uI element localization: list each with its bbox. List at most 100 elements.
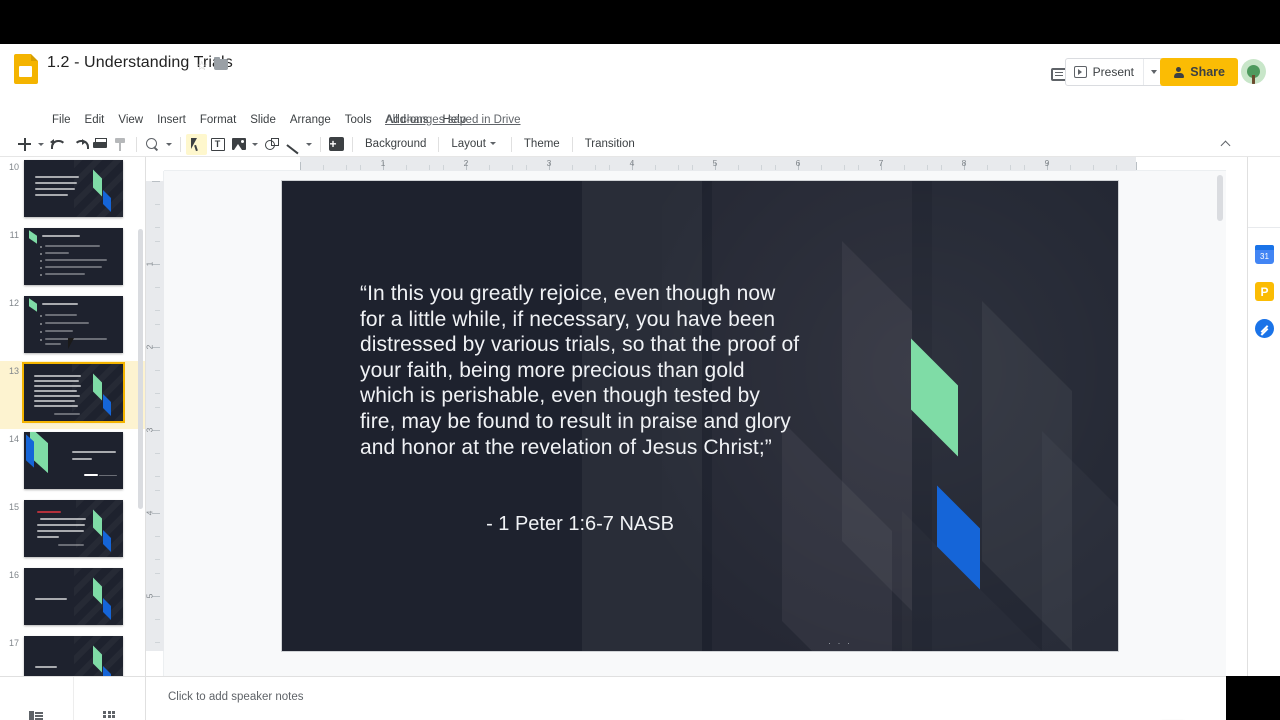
avatar[interactable]: [1241, 59, 1266, 84]
thumbnail-canvas: [24, 228, 123, 285]
vertical-ruler[interactable]: 1 2 3 4 5: [144, 171, 164, 676]
thumbnail[interactable]: [24, 160, 123, 217]
slide-editor[interactable]: “In this you greatly rejoice, even thoug…: [282, 181, 1118, 651]
current-slide[interactable]: “In this you greatly rejoice, even thoug…: [282, 181, 1118, 651]
share-label: Share: [1190, 65, 1225, 79]
shape-icon: [264, 137, 279, 151]
theme-button[interactable]: Theme: [517, 136, 567, 152]
slide-number: 11: [9, 230, 19, 240]
present-button[interactable]: Present: [1066, 59, 1143, 85]
slide-number: 10: [8, 162, 19, 172]
menu-format[interactable]: Format: [193, 112, 243, 128]
filmstrip-slide-17[interactable]: 17: [0, 633, 145, 676]
menu-tools[interactable]: Tools: [338, 112, 379, 128]
slide-number: 16: [8, 570, 19, 580]
insert-image-button[interactable]: [228, 134, 249, 155]
paint-format-button[interactable]: [110, 134, 131, 155]
canvas-scrollbar[interactable]: [1217, 175, 1223, 221]
thumbnail-canvas: [24, 160, 123, 217]
filmstrip-view-button[interactable]: [0, 677, 73, 720]
thumbnail[interactable]: [24, 228, 123, 285]
layout-button[interactable]: Layout: [444, 136, 506, 152]
slide-quote-text[interactable]: “In this you greatly rejoice, even thoug…: [360, 281, 800, 460]
zoom-button[interactable]: [142, 134, 163, 155]
green-accent: [93, 373, 102, 401]
filmstrip-scrollbar[interactable]: [138, 229, 143, 509]
green-accent: [93, 577, 102, 605]
filmstrip-slide-15[interactable]: 15: [0, 497, 145, 565]
ruler-label: 1: [144, 261, 155, 267]
tree-avatar-icon: [1246, 65, 1261, 84]
filmstrip-slide-10[interactable]: 10: [0, 157, 145, 225]
speaker-notes-pane[interactable]: Click to add speaker notes: [146, 676, 1226, 720]
thumbnail[interactable]: [24, 432, 123, 489]
image-caret-icon[interactable]: [252, 142, 258, 146]
menu-arrange[interactable]: Arrange: [283, 112, 338, 128]
ruler-label: 7: [878, 158, 884, 168]
toolbar-divider: [320, 136, 321, 152]
filmstrip-slide-16[interactable]: 16: [0, 565, 145, 633]
background-button[interactable]: Background: [358, 136, 433, 152]
green-accent: [93, 509, 102, 537]
thumbnail[interactable]: [24, 636, 123, 676]
filmstrip-slide-12[interactable]: 12: [0, 293, 145, 361]
transition-button[interactable]: Transition: [578, 136, 642, 152]
google-keep-icon[interactable]: P: [1255, 282, 1274, 301]
line-caret-icon[interactable]: [306, 142, 312, 146]
present-play-icon: [1073, 66, 1087, 78]
blue-accent: [103, 530, 111, 552]
filmstrip-slide-14[interactable]: 14: [0, 429, 145, 497]
new-slide-button[interactable]: [14, 134, 35, 155]
text-box-icon: T: [210, 137, 225, 151]
menu-insert[interactable]: Insert: [150, 112, 193, 128]
menu-edit[interactable]: Edit: [78, 112, 112, 128]
speaker-notes-placeholder[interactable]: Click to add speaker notes: [168, 691, 304, 703]
toolbar-divider: [571, 136, 573, 152]
green-accent: [93, 645, 102, 673]
paint-format-icon: [114, 137, 127, 151]
redo-button[interactable]: [68, 134, 89, 155]
undo-button[interactable]: [47, 134, 68, 155]
line-button[interactable]: [282, 134, 303, 155]
thumbnail[interactable]: [22, 362, 125, 423]
thumbnail[interactable]: [24, 568, 123, 625]
star-icon[interactable]: ☆: [196, 58, 208, 74]
slides-window: 1.2 - Understanding Trials ☆ File Edit V…: [0, 44, 1280, 720]
ruler-label: 6: [795, 158, 801, 168]
body-area: 10 11 12 13 14 15 16 17 1 2 3 4 5 6 7 8 …: [0, 157, 1280, 720]
print-button[interactable]: [89, 134, 110, 155]
thumbnail[interactable]: [24, 296, 123, 353]
toolbar-divider: [510, 136, 512, 152]
google-tasks-icon[interactable]: [1255, 319, 1274, 338]
slide-citation-text[interactable]: - 1 Peter 1:6-7 NASB: [360, 511, 800, 537]
text-box-button[interactable]: T: [207, 134, 228, 155]
slide-resize-handle[interactable]: · · ·: [828, 638, 852, 648]
select-tool-button[interactable]: [186, 133, 207, 155]
grid-view-button[interactable]: [72, 676, 146, 720]
slide-filmstrip[interactable]: 10 11 12 13 14 15 16 17: [0, 157, 146, 676]
grid-view-icon: [103, 710, 116, 720]
thumbnail[interactable]: [24, 500, 123, 557]
plus-icon: [18, 137, 31, 151]
ruler-label: 2: [144, 344, 155, 350]
comment-plus-icon: [329, 137, 344, 151]
chevron-down-icon: [1150, 70, 1157, 74]
menu-file[interactable]: File: [45, 112, 78, 128]
new-slide-caret-icon[interactable]: [38, 142, 44, 146]
horizontal-ruler[interactable]: 1 2 3 4 5 6 7 8 9: [164, 157, 1226, 171]
filmstrip-slide-13[interactable]: 13: [0, 361, 145, 429]
redo-icon: [71, 138, 89, 150]
share-button[interactable]: Share: [1160, 58, 1238, 86]
save-status-link[interactable]: All changes saved in Drive: [385, 114, 521, 126]
shape-button[interactable]: [261, 134, 282, 155]
filmstrip-slide-11[interactable]: 11: [0, 225, 145, 293]
menu-view[interactable]: View: [111, 112, 150, 128]
add-comment-button[interactable]: [326, 134, 347, 155]
present-button-group: Present: [1064, 58, 1164, 86]
collapse-toolbar-button[interactable]: [1214, 134, 1236, 154]
ruler-label: 9: [1044, 158, 1050, 168]
folder-icon[interactable]: [214, 57, 228, 70]
zoom-caret-icon[interactable]: [166, 142, 172, 146]
google-calendar-icon[interactable]: [1255, 245, 1274, 264]
menu-slide[interactable]: Slide: [243, 112, 283, 128]
